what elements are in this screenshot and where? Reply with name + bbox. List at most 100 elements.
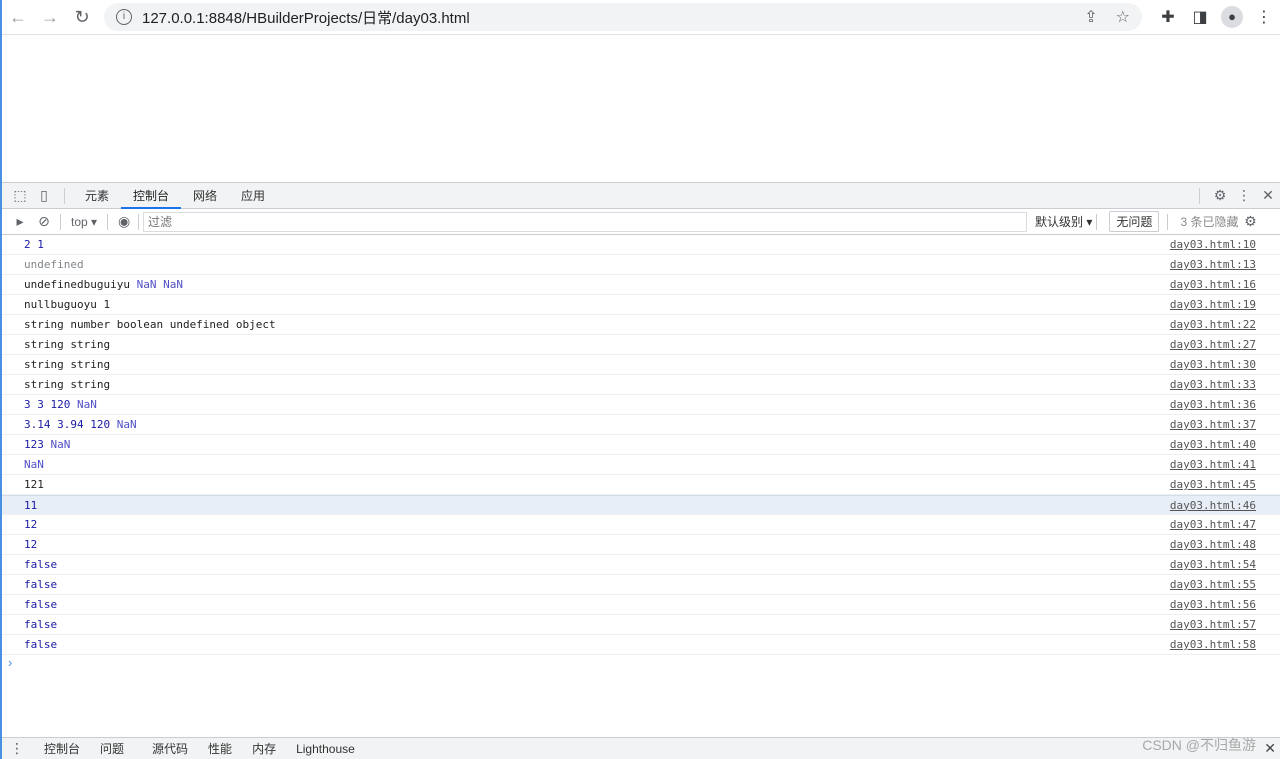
message-text: 2 1 — [24, 238, 1170, 251]
tab-application[interactable]: 应用 — [229, 183, 277, 209]
source-link[interactable]: day03.html:13 — [1170, 258, 1256, 271]
source-link[interactable]: day03.html:16 — [1170, 278, 1256, 291]
source-link[interactable]: day03.html:30 — [1170, 358, 1256, 371]
message-part: false — [24, 578, 58, 591]
back-button[interactable]: ← — [2, 7, 34, 28]
message-part: 121 — [24, 478, 44, 491]
site-info-icon[interactable]: i — [116, 9, 132, 25]
message-part: false — [24, 558, 58, 571]
source-link[interactable]: day03.html:37 — [1170, 418, 1256, 431]
source-link[interactable]: day03.html:27 — [1170, 338, 1256, 351]
source-link[interactable]: day03.html:56 — [1170, 598, 1256, 611]
console-message: 12 day03.html:48 — [2, 535, 1280, 555]
tab-network[interactable]: 网络 — [181, 183, 229, 209]
message-part: 12 — [24, 538, 38, 551]
console-message: 121 day03.html:45 — [2, 475, 1280, 495]
console-message: 123 NaN day03.html:40 — [2, 435, 1280, 455]
console-toolbar: ▸ ⊘ top ▾ ◉ 过滤 默认级别 ▾ 无问题 3 条已隐藏 ⚙ — [2, 209, 1280, 235]
message-text: string string — [24, 378, 1170, 391]
source-link[interactable]: day03.html:40 — [1170, 438, 1256, 451]
console-message: 11 day03.html:46 — [2, 495, 1280, 515]
log-level-dropdown[interactable]: 默认级别 ▾ — [1035, 213, 1092, 230]
source-link[interactable]: day03.html:41 — [1170, 458, 1256, 471]
source-link[interactable]: day03.html:36 — [1170, 398, 1256, 411]
close-devtools-icon[interactable]: ✕ — [1256, 187, 1280, 204]
browser-menu-icon[interactable]: ⋮ — [1248, 7, 1280, 27]
forward-button[interactable]: → — [34, 7, 66, 28]
console-message: 2 1 day03.html:10 — [2, 235, 1280, 255]
message-part: NaN NaN — [136, 278, 183, 291]
source-link[interactable]: day03.html:55 — [1170, 578, 1256, 591]
drawer-tab-memory[interactable]: 内存 — [252, 740, 276, 757]
source-link[interactable]: day03.html:58 — [1170, 638, 1256, 651]
console-message: 3 3 120 NaN day03.html:36 — [2, 395, 1280, 415]
drawer-tab-performance[interactable]: 性能 — [208, 740, 232, 757]
message-text: 3 3 120 NaN — [24, 398, 1170, 411]
source-link[interactable]: day03.html:47 — [1170, 518, 1256, 531]
source-link[interactable]: day03.html:48 — [1170, 538, 1256, 551]
message-text: false — [24, 598, 1170, 611]
message-text: false — [24, 638, 1170, 651]
source-link[interactable]: day03.html:46 — [1170, 499, 1256, 512]
inspect-element-icon[interactable]: ⬚ — [8, 187, 32, 204]
message-part: nullbuguoyu 1 — [24, 298, 111, 311]
reload-button[interactable]: ↻ — [66, 7, 98, 28]
context-selector[interactable]: top ▾ — [65, 215, 103, 229]
extensions-icon[interactable]: ✚ — [1152, 7, 1184, 27]
issues-button[interactable]: 无问题 — [1109, 211, 1160, 232]
message-part: 2 1 — [24, 238, 44, 251]
bookmark-star-icon[interactable]: ☆ — [1116, 7, 1130, 27]
source-link[interactable]: day03.html:33 — [1170, 378, 1256, 391]
filter-input[interactable]: 过滤 — [143, 211, 1028, 232]
drawer-tab-issues[interactable]: 问题 — [100, 740, 124, 757]
devtools-menu-icon[interactable]: ⋮ — [1232, 187, 1256, 204]
message-part: string number boolean undefined object — [24, 318, 276, 331]
console-messages: 2 1 day03.html:10 undefined day03.html:13 un… — [2, 235, 1280, 655]
message-text: string string — [24, 338, 1170, 351]
address-bar[interactable]: i 127.0.0.1:8848/HBuilderProjects/日常/day… — [104, 3, 1142, 31]
tab-elements[interactable]: 元素 — [73, 183, 121, 209]
live-expression-eye-icon[interactable]: ◉ — [112, 213, 136, 230]
tab-console[interactable]: 控制台 — [121, 183, 182, 209]
source-link[interactable]: day03.html:54 — [1170, 558, 1256, 571]
message-part: NaN — [24, 458, 44, 471]
message-part: false — [24, 598, 58, 611]
message-part: string string — [24, 358, 111, 371]
message-part: NaN — [50, 438, 71, 451]
console-prompt[interactable]: › — [2, 655, 1280, 675]
message-part: 3 3 120 — [24, 398, 77, 411]
message-text: false — [24, 618, 1170, 631]
message-part: false — [24, 638, 58, 651]
drawer-tab-lighthouse[interactable]: Lighthouse — [296, 742, 355, 756]
source-link[interactable]: day03.html:19 — [1170, 298, 1256, 311]
console-message: 3.14 3.94 120 NaN day03.html:37 — [2, 415, 1280, 435]
share-icon[interactable]: ⇪ — [1084, 7, 1097, 27]
console-message: string number boolean undefined object da… — [2, 315, 1280, 335]
device-toolbar-icon[interactable]: ▯ — [32, 187, 56, 204]
drawer-menu-icon[interactable]: ⋮ — [10, 740, 24, 757]
message-part: 12 — [24, 518, 38, 531]
message-part: NaN — [116, 418, 137, 431]
side-panel-icon[interactable]: ◨ — [1184, 7, 1216, 27]
url-text[interactable]: 127.0.0.1:8848/HBuilderProjects/日常/day03… — [142, 7, 470, 28]
message-text: NaN — [24, 458, 1170, 471]
drawer-tab-console[interactable]: 控制台 — [44, 740, 80, 757]
clear-console-icon[interactable]: ⊘ — [32, 213, 56, 230]
close-drawer-icon[interactable]: ✕ — [1264, 740, 1276, 757]
source-link[interactable]: day03.html:22 — [1170, 318, 1256, 331]
hidden-count: 3 条已隐藏 — [1180, 215, 1239, 229]
source-link[interactable]: day03.html:10 — [1170, 238, 1256, 251]
console-message: undefinedbuguiyu NaN NaN day03.html:16 — [2, 275, 1280, 295]
profile-avatar[interactable]: ● — [1216, 6, 1248, 28]
message-text: false — [24, 558, 1170, 571]
show-sidebar-icon[interactable]: ▸ — [8, 213, 32, 230]
source-link[interactable]: day03.html:45 — [1170, 478, 1256, 491]
console-settings-icon[interactable]: ⚙ — [1238, 213, 1262, 230]
message-text: 12 — [24, 538, 1170, 551]
message-part: NaN — [76, 398, 97, 411]
drawer-tab-sources[interactable]: 源代码 — [152, 740, 188, 757]
page-content — [2, 35, 1280, 182]
context-label: top — [71, 214, 88, 229]
settings-gear-icon[interactable]: ⚙ — [1208, 187, 1232, 204]
source-link[interactable]: day03.html:57 — [1170, 618, 1256, 631]
